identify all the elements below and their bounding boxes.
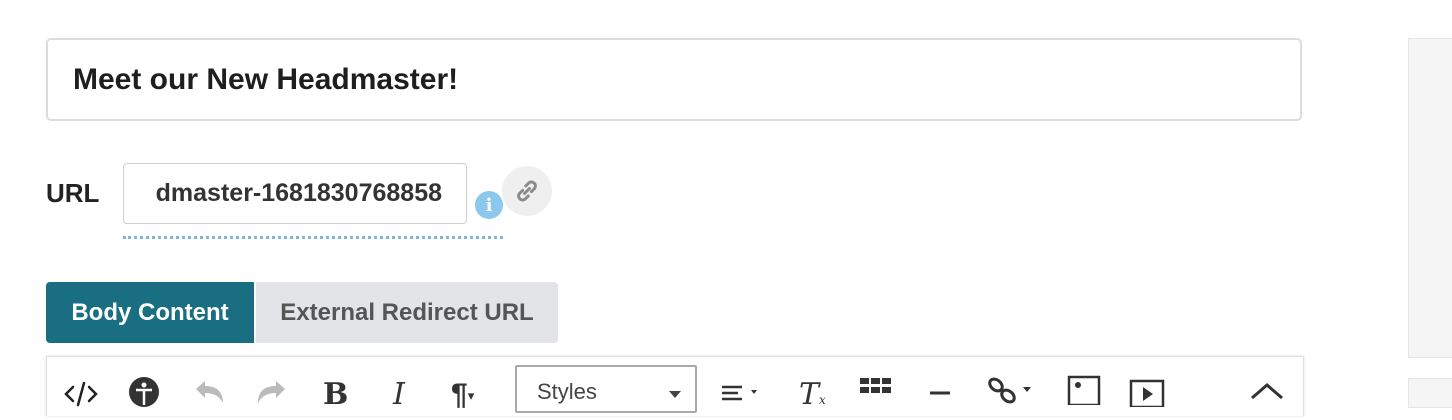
video-icon[interactable] bbox=[1129, 379, 1165, 407]
align-icon[interactable] bbox=[720, 383, 766, 407]
accessibility-icon[interactable] bbox=[127, 375, 161, 409]
page-title-input[interactable]: Meet our New Headmaster! bbox=[46, 38, 1302, 121]
redo-icon[interactable] bbox=[255, 377, 289, 407]
info-icon[interactable]: i bbox=[475, 191, 503, 219]
tab-body-content-label: Body Content bbox=[71, 298, 229, 326]
tab-external-redirect-url-label: External Redirect URL bbox=[280, 298, 534, 326]
styles-select-value: Styles bbox=[537, 379, 597, 404]
side-panel-secondary bbox=[1408, 378, 1452, 408]
horizontal-rule-icon[interactable] bbox=[927, 387, 953, 397]
link-icon bbox=[517, 180, 537, 202]
rich-text-editor: B I ¶▾ Styles Tx bbox=[46, 356, 1304, 416]
tab-body-content[interactable]: Body Content bbox=[46, 282, 254, 343]
image-icon[interactable] bbox=[1067, 375, 1101, 405]
side-panel bbox=[1408, 38, 1452, 358]
link-icon[interactable] bbox=[985, 375, 1037, 405]
undo-icon[interactable] bbox=[192, 377, 226, 407]
tab-external-redirect-url[interactable]: External Redirect URL bbox=[256, 282, 558, 343]
styles-select[interactable]: Styles bbox=[515, 365, 697, 413]
code-view-icon[interactable] bbox=[63, 377, 99, 407]
table-icon[interactable] bbox=[859, 377, 893, 403]
url-input-value: dmaster-1681830768858 bbox=[155, 179, 442, 207]
url-input[interactable]: dmaster-1681830768858 bbox=[123, 163, 467, 224]
italic-icon[interactable]: I bbox=[393, 375, 405, 415]
chevron-down-icon bbox=[669, 391, 681, 398]
paragraph-icon[interactable]: ¶▾ bbox=[451, 375, 474, 416]
url-label: URL bbox=[46, 178, 100, 208]
link-button[interactable] bbox=[502, 166, 552, 216]
bold-icon[interactable]: B bbox=[323, 375, 348, 415]
collapse-toolbar-icon[interactable] bbox=[1249, 381, 1285, 401]
page-title-value: Meet our New Headmaster! bbox=[73, 62, 459, 96]
url-dotted-underline bbox=[123, 236, 503, 239]
